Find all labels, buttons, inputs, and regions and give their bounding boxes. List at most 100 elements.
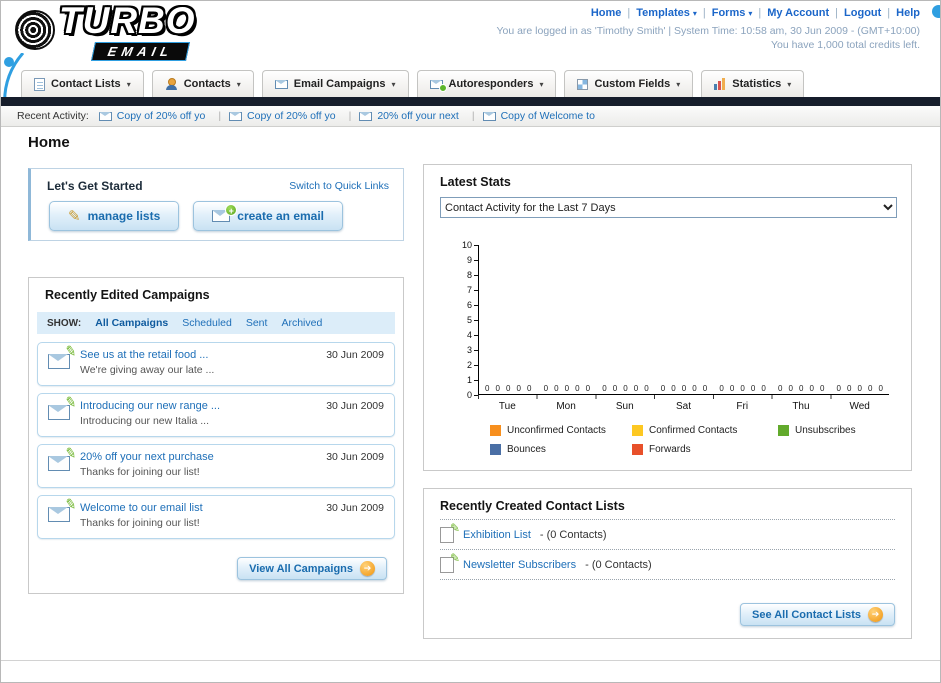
recent-activity-item: Copy of 20% off yo — [229, 110, 359, 122]
campaign-subtitle: We're giving away our late ... — [80, 364, 215, 376]
session-info: You are logged in as 'Timothy Smith' | S… — [496, 24, 920, 52]
arrow-icon: ➔ — [868, 607, 883, 622]
recent-activity-bar: Recent Activity: Copy of 20% off yo Copy… — [1, 106, 940, 127]
tab-label: Email Campaigns — [293, 78, 386, 90]
nav-divider-bar — [1, 97, 940, 106]
campaign-subtitle: Introducing our new Italia ... — [80, 415, 209, 427]
campaign-title-link[interactable]: See us at the retail food ... — [80, 349, 214, 361]
legend-swatch — [490, 425, 501, 436]
legend-label: Forwards — [649, 444, 691, 455]
chart-value-label: 0 — [633, 384, 639, 393]
legend-item: Unsubscribes — [778, 425, 856, 436]
contact-list-link[interactable]: Newsletter Subscribers — [463, 559, 576, 571]
view-all-campaigns-button[interactable]: View All Campaigns ➔ — [237, 557, 387, 580]
legend-item: Bounces — [490, 444, 632, 455]
filter-archived[interactable]: Archived — [281, 317, 322, 329]
app-window: TURBO EMAIL Home Templates▾ Forms▾ My Ac… — [0, 0, 941, 683]
stats-legend: Unconfirmed Contacts Confirmed Contacts Un… — [490, 425, 856, 455]
tab-email-campaigns[interactable]: Email Campaigns ▾ — [261, 70, 409, 97]
campaign-date: 30 Jun 2009 — [326, 400, 384, 412]
legend-label: Bounces — [507, 444, 546, 455]
top-link-home[interactable]: Home — [591, 7, 622, 19]
chart-values-row: 00000000000000000000000000000000000 — [479, 384, 889, 393]
see-all-contact-lists-button[interactable]: See All Contact Lists ➔ — [739, 603, 895, 626]
latest-stats-panel: Latest Stats Contact Activity for the La… — [423, 164, 912, 471]
recent-activity-link[interactable]: Copy of Welcome to — [501, 110, 595, 122]
legend-label: Unconfirmed Contacts — [507, 425, 606, 436]
contact-lists-title: Recently Created Contact Lists — [440, 499, 625, 513]
chart-value-label: 0 — [506, 384, 511, 393]
chart-value-label: 0 — [878, 384, 883, 393]
chart-value-label: 0 — [602, 384, 607, 393]
top-link-my-account[interactable]: My Account — [767, 7, 829, 19]
stats-range-select[interactable]: Contact Activity for the Last 7 Days — [440, 197, 897, 218]
recent-activity-link[interactable]: Copy of 20% off yo — [247, 110, 336, 122]
chart-value-label: 0 — [681, 384, 687, 393]
envelope-icon — [98, 111, 112, 121]
logo-subtitle: EMAIL — [90, 42, 191, 61]
chart-y-label: 8 — [467, 270, 478, 280]
chevron-down-icon: ▾ — [787, 79, 792, 89]
chevron-down-icon: ▾ — [676, 79, 681, 89]
switch-quick-links[interactable]: Switch to Quick Links — [289, 180, 389, 192]
filter-all-campaigns[interactable]: All Campaigns — [95, 317, 168, 329]
recent-activity-label: Recent Activity: — [17, 110, 89, 122]
chart-value-label: 0 — [761, 384, 766, 393]
chart-x-label: Tue — [498, 401, 516, 412]
filter-scheduled[interactable]: Scheduled — [182, 317, 232, 329]
tab-custom-fields[interactable]: Custom Fields ▾ — [564, 70, 694, 97]
contact-list-body: ✎ Exhibition List - (0 Contacts) ✎ Newsl… — [440, 519, 895, 580]
tab-label: Autoresponders — [448, 78, 534, 90]
top-link-templates[interactable]: Templates — [636, 7, 690, 19]
tab-contact-lists[interactable]: Contact Lists ▾ — [21, 70, 144, 97]
legend-item: Confirmed Contacts — [632, 425, 778, 436]
chart-value-label: 0 — [788, 384, 793, 393]
manage-lists-button[interactable]: ✎ manage lists — [49, 201, 180, 231]
legend-swatch — [632, 425, 643, 436]
legend-swatch — [778, 425, 789, 436]
contact-list-link[interactable]: Exhibition List — [463, 529, 531, 541]
top-link-help[interactable]: Help — [896, 7, 920, 19]
recent-activity-link[interactable]: Copy of 20% off yo — [117, 110, 206, 122]
top-link-forms[interactable]: Forms — [712, 7, 746, 19]
chart-value-label: 0 — [702, 384, 708, 393]
chart-value-label: 0 — [798, 384, 804, 393]
statistics-icon — [714, 78, 727, 90]
campaign-row[interactable]: ✎ Welcome to our email list Thanks for j… — [37, 495, 395, 539]
envelope-icon — [229, 111, 243, 121]
contact-list-row: ✎ Exhibition List - (0 Contacts) — [440, 520, 895, 550]
recent-activity-link[interactable]: 20% off your next — [377, 110, 459, 122]
chart-plot-area: 00000000000000000000000000000000000 — [478, 245, 889, 395]
button-label: View All Campaigns — [249, 562, 353, 575]
chart-value-label: 0 — [485, 384, 490, 393]
tab-statistics[interactable]: Statistics ▾ — [701, 70, 805, 97]
tab-contacts[interactable]: Contacts ▾ — [151, 70, 254, 97]
campaign-title-link[interactable]: Introducing our new range ... — [80, 400, 220, 412]
chart-value-label: 0 — [777, 384, 783, 393]
campaign-title-link[interactable]: 20% off your next purchase — [80, 451, 214, 463]
top-link-logout[interactable]: Logout — [844, 7, 881, 19]
filter-sent[interactable]: Sent — [246, 317, 268, 329]
chart-value-label: 0 — [585, 384, 591, 393]
legend-swatch — [632, 444, 643, 455]
campaign-row[interactable]: ✎ See us at the retail food ... We're gi… — [37, 342, 395, 386]
chart-value-group: 00000 — [538, 384, 597, 393]
button-label: create an email — [237, 209, 324, 223]
legend-swatch — [490, 444, 501, 455]
campaign-subtitle: Thanks for joining our list! — [80, 466, 200, 478]
tab-autoresponders[interactable]: Autoresponders ▾ — [416, 70, 557, 97]
campaign-envelope-icon: ✎ — [48, 393, 78, 430]
campaign-row[interactable]: ✎ 20% off your next purchase Thanks for … — [37, 444, 395, 488]
chart-y-label: 9 — [467, 255, 478, 265]
help-bubble-icon[interactable] — [932, 5, 940, 18]
campaign-title-link[interactable]: Welcome to our email list — [80, 502, 203, 514]
campaign-row[interactable]: ✎ Introducing our new range ... Introduc… — [37, 393, 395, 437]
contact-list-row: ✎ Newsletter Subscribers - (0 Contacts) — [440, 550, 895, 580]
chevron-down-icon: ▾ — [236, 79, 241, 89]
campaign-date: 30 Jun 2009 — [326, 451, 384, 463]
campaign-envelope-icon: ✎ — [48, 495, 78, 532]
create-email-button[interactable]: + create an email — [193, 201, 343, 231]
login-status: You are logged in as 'Timothy Smith' | S… — [496, 25, 920, 37]
chart-value-label: 0 — [623, 384, 628, 393]
chart-y-label: 3 — [467, 345, 478, 355]
